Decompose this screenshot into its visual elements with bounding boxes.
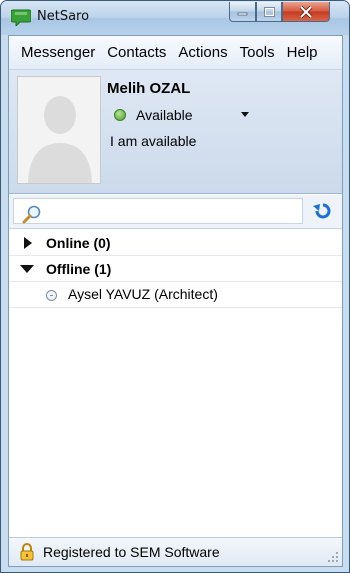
menu-contacts[interactable]: Contacts: [101, 44, 172, 61]
available-status-icon: [114, 109, 126, 121]
minimize-button[interactable]: [229, 2, 256, 22]
user-name: Melih OZAL: [107, 80, 191, 97]
group-offline[interactable]: Offline (1): [9, 256, 342, 282]
refresh-icon: [313, 203, 331, 219]
menu-tools[interactable]: Tools: [234, 44, 281, 61]
status-selector[interactable]: Available: [136, 107, 193, 123]
avatar[interactable]: [17, 76, 101, 184]
search-field[interactable]: [13, 198, 303, 224]
title-bar[interactable]: NetSaro: [1, 1, 349, 35]
status-bar: Registered to SEM Software: [9, 537, 342, 566]
app-window: NetSaro Messenger Contacts Actions Tools: [0, 0, 350, 573]
speech-bubble-icon: [11, 9, 31, 26]
main-panel: Messenger Contacts Actions Tools Help Me…: [8, 35, 343, 567]
menu-help[interactable]: Help: [281, 44, 324, 61]
refresh-button[interactable]: [307, 199, 337, 223]
contact-list: Online (0) Offline (1) Aysel YAVUZ (Arch…: [9, 230, 342, 308]
minimize-icon: [237, 12, 248, 15]
offline-status-icon: [46, 290, 57, 301]
default-user-icon: [18, 77, 100, 183]
group-online[interactable]: Online (0): [9, 230, 342, 256]
search-input[interactable]: [42, 201, 300, 221]
registration-text: Registered to SEM Software: [43, 544, 220, 560]
contact-name: Aysel YAVUZ (Architect): [68, 286, 218, 302]
search-icon: [22, 205, 41, 224]
maximize-icon: [263, 6, 275, 17]
group-label: Offline (1): [46, 260, 112, 277]
window-title: NetSaro: [37, 9, 90, 24]
collapsed-arrow-icon[interactable]: [24, 237, 32, 249]
menu-bar: Messenger Contacts Actions Tools Help: [9, 36, 342, 70]
resize-grip-icon[interactable]: [327, 551, 339, 563]
close-button[interactable]: [282, 2, 330, 22]
status-message[interactable]: I am available: [110, 133, 196, 149]
lock-icon: [20, 543, 34, 561]
group-label: Online (0): [46, 234, 111, 251]
maximize-button[interactable]: [256, 2, 282, 22]
menu-actions[interactable]: Actions: [172, 44, 233, 61]
contact-item[interactable]: Aysel YAVUZ (Architect): [9, 282, 342, 308]
close-icon: [299, 5, 313, 18]
expanded-arrow-icon[interactable]: [20, 265, 34, 273]
status-dropdown-icon[interactable]: [241, 112, 249, 117]
search-bar: [9, 195, 342, 229]
menu-messenger[interactable]: Messenger: [15, 44, 101, 61]
profile-panel: Melih OZAL Available I am available: [9, 70, 342, 194]
